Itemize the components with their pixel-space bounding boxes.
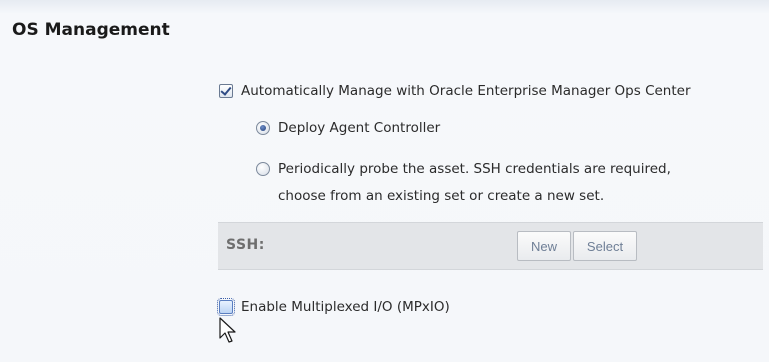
- mpxio-label: Enable Multiplexed I/O (MPxIO): [241, 299, 450, 315]
- probe-option[interactable]: Periodically probe the asset. SSH creden…: [256, 161, 671, 177]
- deploy-agent-option[interactable]: Deploy Agent Controller: [256, 120, 440, 136]
- ssh-label: SSH:: [226, 237, 265, 253]
- probe-radio[interactable]: [256, 162, 270, 176]
- section-title: OS Management: [12, 20, 170, 40]
- probe-label-line2-row: choose from an existing set or create a …: [278, 188, 604, 204]
- ssh-new-button[interactable]: New: [517, 231, 571, 261]
- mpxio-checkbox[interactable]: [217, 298, 235, 316]
- check-mark-icon: [220, 84, 232, 96]
- probe-label-line1: Periodically probe the asset. SSH creden…: [278, 161, 671, 177]
- mouse-pointer-icon: [219, 317, 236, 343]
- auto-manage-checkbox[interactable]: [219, 84, 233, 98]
- radio-selected-dot: [260, 125, 266, 131]
- auto-manage-label: Automatically Manage with Oracle Enterpr…: [241, 83, 691, 99]
- deploy-agent-radio[interactable]: [256, 121, 270, 135]
- ssh-credentials-box: SSH: New Select: [218, 222, 763, 270]
- probe-label-line2: choose from an existing set or create a …: [278, 188, 605, 204]
- mpxio-row[interactable]: Enable Multiplexed I/O (MPxIO): [217, 298, 450, 316]
- deploy-agent-label: Deploy Agent Controller: [278, 120, 441, 136]
- auto-manage-row[interactable]: Automatically Manage with Oracle Enterpr…: [219, 83, 691, 99]
- ssh-select-button[interactable]: Select: [573, 231, 637, 261]
- os-management-panel: OS Management Automatically Manage with …: [0, 0, 769, 362]
